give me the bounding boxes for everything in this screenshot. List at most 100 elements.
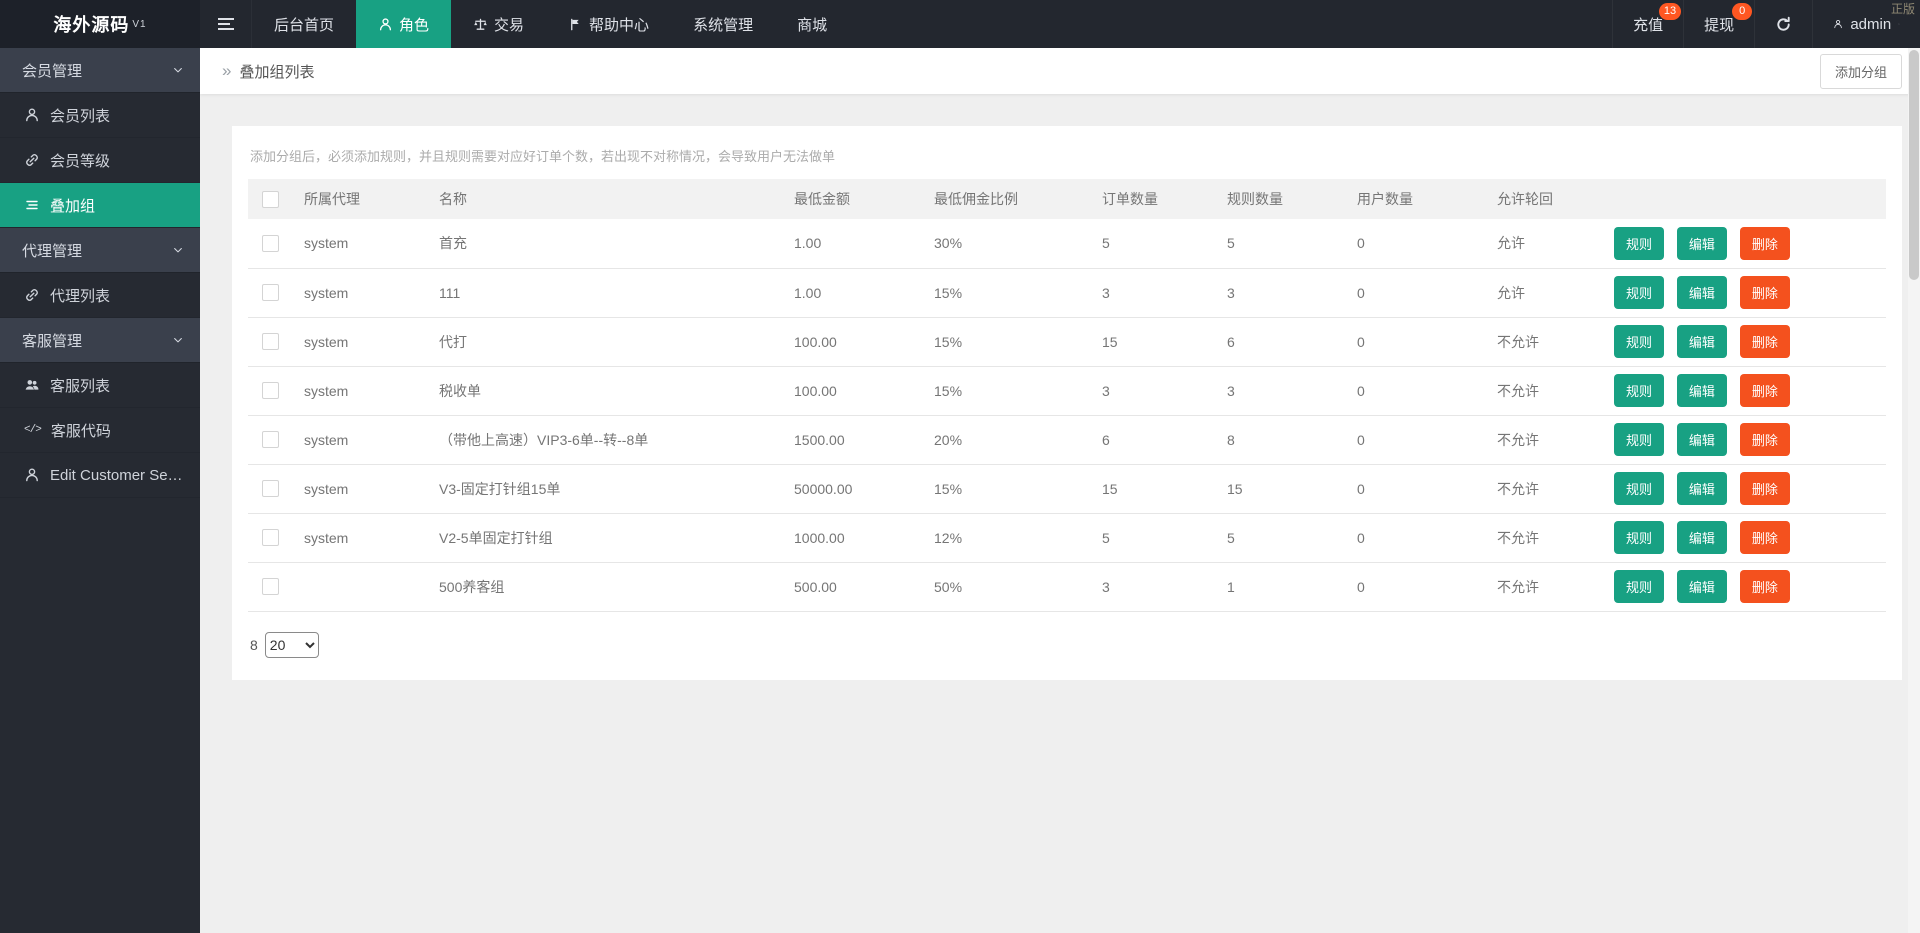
groups-table: 所属代理 名称 最低金额 最低佣金比例 订单数量 规则数量 用户数量 允许轮回 xyxy=(248,179,1886,612)
col-header-min-commission: 最低佣金比例 xyxy=(926,179,1094,219)
cell-name: 111 xyxy=(431,268,786,318)
sidebar-item-label: 会员等级 xyxy=(50,152,111,170)
nav-item-mall[interactable]: 商城 xyxy=(775,0,849,48)
cell-loop: 不允许 xyxy=(1489,513,1606,563)
delete-button[interactable]: 删除 xyxy=(1739,472,1790,505)
nav-item-dashboard[interactable]: 后台首页 xyxy=(252,0,356,48)
select-all-checkbox[interactable] xyxy=(262,190,279,208)
sidebar-item-stack-group[interactable]: 叠加组 xyxy=(0,183,200,228)
refresh-button[interactable] xyxy=(1754,0,1812,48)
sidebar-group-service[interactable]: 客服管理 xyxy=(0,318,200,363)
edit-button[interactable]: 编辑 xyxy=(1676,276,1727,309)
sidebar-group-agent[interactable]: 代理管理 xyxy=(0,228,200,273)
nav-item-trade[interactable]: 交易 xyxy=(451,0,546,48)
row-checkbox[interactable] xyxy=(262,235,279,253)
rule-button[interactable]: 规则 xyxy=(1614,226,1665,260)
cell-min-amount: 1500.00 xyxy=(786,415,926,465)
delete-button[interactable]: 删除 xyxy=(1739,276,1790,309)
edit-button[interactable]: 编辑 xyxy=(1676,570,1727,603)
cell-name: 税收单 xyxy=(431,366,786,416)
username: admin xyxy=(1850,15,1892,33)
delete-button[interactable]: 删除 xyxy=(1739,374,1790,407)
cell-commission: 15% xyxy=(926,317,1094,367)
cell-loop: 允许 xyxy=(1489,268,1606,318)
sidebar-item-edit-customer-service[interactable]: Edit Customer Ser... xyxy=(0,453,200,498)
nav-item-label: 帮助中心 xyxy=(589,16,650,34)
scrollbar-track[interactable] xyxy=(1908,48,1920,933)
edit-button[interactable]: 编辑 xyxy=(1676,325,1727,358)
delete-button[interactable]: 删除 xyxy=(1739,226,1790,260)
cell-commission: 12% xyxy=(926,513,1094,563)
rule-button[interactable]: 规则 xyxy=(1614,325,1665,358)
app-logo: 海外源码 V1 xyxy=(0,0,200,48)
col-header-min-amount: 最低金额 xyxy=(786,179,926,219)
cell-name: 首充 xyxy=(431,219,786,269)
row-checkbox[interactable] xyxy=(262,333,279,351)
row-checkbox[interactable] xyxy=(262,529,279,547)
cell-orders: 3 xyxy=(1094,562,1219,612)
delete-button[interactable]: 删除 xyxy=(1739,570,1790,603)
rule-button[interactable]: 规则 xyxy=(1614,423,1665,456)
sidebar-item-service-code[interactable]: </> 客服代码 xyxy=(0,408,200,453)
withdraw-link[interactable]: 提现 0 xyxy=(1683,0,1754,48)
row-checkbox[interactable] xyxy=(262,480,279,498)
edit-button[interactable]: 编辑 xyxy=(1676,374,1727,407)
rule-button[interactable]: 规则 xyxy=(1614,521,1665,554)
table-header-row: 所属代理 名称 最低金额 最低佣金比例 订单数量 规则数量 用户数量 允许轮回 xyxy=(248,179,1886,219)
cell-name: 代打 xyxy=(431,317,786,367)
breadcrumb-icon: » xyxy=(222,61,232,80)
list-icon xyxy=(26,200,38,210)
cell-agent: system xyxy=(296,513,431,563)
row-checkbox[interactable] xyxy=(262,431,279,449)
sidebar-item-agent-list[interactable]: 代理列表 xyxy=(0,273,200,318)
sidebar-item-label: 客服代码 xyxy=(50,422,111,440)
row-checkbox[interactable] xyxy=(262,578,279,596)
sidebar-item-service-list[interactable]: 客服列表 xyxy=(0,363,200,408)
cell-rules: 8 xyxy=(1219,415,1349,465)
rule-button[interactable]: 规则 xyxy=(1614,472,1665,505)
sidebar-item-member-level[interactable]: 会员等级 xyxy=(0,138,200,183)
pagination: 8 20 xyxy=(248,631,1886,658)
row-checkbox[interactable] xyxy=(262,284,279,302)
delete-button[interactable]: 删除 xyxy=(1739,325,1790,358)
rule-button[interactable]: 规则 xyxy=(1614,570,1665,603)
cell-name: V2-5单固定打针组 xyxy=(431,513,786,563)
recharge-label: 充值 xyxy=(1633,16,1664,34)
hint-text: 添加分组后，必须添加规则，并且规则需要对应好订单个数，若出现不对称情况，会导致用… xyxy=(250,149,836,164)
col-header-allow-loop: 允许轮回 xyxy=(1489,179,1606,219)
cell-commission: 15% xyxy=(926,268,1094,318)
rule-button[interactable]: 规则 xyxy=(1614,276,1665,309)
nav-item-label: 后台首页 xyxy=(274,16,335,34)
cell-agent: system xyxy=(296,366,431,416)
edit-button[interactable]: 编辑 xyxy=(1676,472,1727,505)
edit-button[interactable]: 编辑 xyxy=(1676,423,1727,456)
edit-button[interactable]: 编辑 xyxy=(1676,226,1727,260)
row-checkbox[interactable] xyxy=(262,382,279,400)
sidebar-toggle-button[interactable] xyxy=(200,0,252,48)
nav-item-label: 交易 xyxy=(494,16,525,34)
rule-button[interactable]: 规则 xyxy=(1614,374,1665,407)
cell-rules: 1 xyxy=(1219,562,1349,612)
sidebar-group-label: 会员管理 xyxy=(22,62,83,80)
edit-button[interactable]: 编辑 xyxy=(1676,521,1727,554)
top-navbar: 海外源码 V1 后台首页 角色 交易 帮助中心 系统管理 商城 充值 13 提现… xyxy=(0,0,1920,48)
breadcrumb: » 叠加组列表 xyxy=(222,61,314,82)
page-size-select[interactable]: 20 xyxy=(264,631,319,658)
delete-button[interactable]: 删除 xyxy=(1739,521,1790,554)
delete-button[interactable]: 删除 xyxy=(1739,423,1790,456)
scrollbar-thumb[interactable] xyxy=(1909,50,1919,280)
table-row: system 税收单 100.00 15% 3 3 0 不允许 规则 编辑 删除 xyxy=(248,366,1886,416)
nav-item-role[interactable]: 角色 xyxy=(356,0,452,48)
sidebar-item-member-list[interactable]: 会员列表 xyxy=(0,93,200,138)
add-group-button[interactable]: 添加分组 xyxy=(1819,53,1902,89)
cell-rules: 5 xyxy=(1219,219,1349,269)
sidebar-group-member[interactable]: 会员管理 xyxy=(0,48,200,93)
chevron-down-icon xyxy=(174,337,182,343)
recharge-link[interactable]: 充值 13 xyxy=(1612,0,1683,48)
nav-item-system[interactable]: 系统管理 xyxy=(671,0,775,48)
nav-item-help[interactable]: 帮助中心 xyxy=(546,0,671,48)
person-icon xyxy=(26,108,38,122)
cell-rules: 15 xyxy=(1219,464,1349,514)
sidebar: 会员管理 会员列表 会员等级 叠加组 代理管理 代理列表 客服管理 客服列表 <… xyxy=(0,48,200,933)
cell-agent: system xyxy=(296,464,431,514)
